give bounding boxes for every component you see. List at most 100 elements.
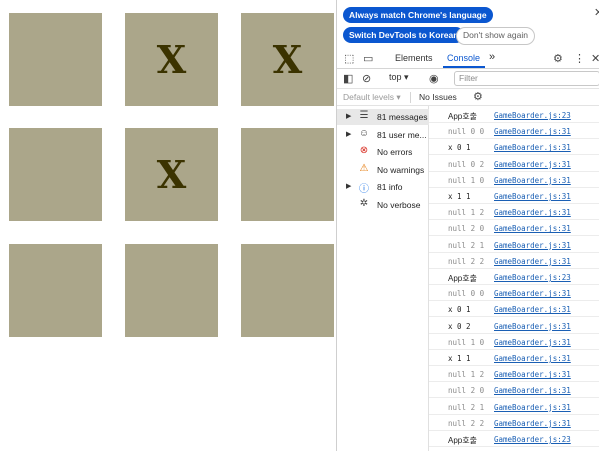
log-source-link[interactable]: GameBoarder.js:31 — [494, 322, 571, 331]
log-source-link[interactable]: GameBoarder.js:31 — [494, 224, 571, 233]
log-source-link[interactable]: GameBoarder.js:31 — [494, 241, 571, 250]
log-message: null 2 2 — [448, 418, 485, 428]
log-source-link[interactable]: GameBoarder.js:31 — [494, 127, 571, 136]
log-message: null 1 0 — [448, 175, 485, 185]
close-icon[interactable]: ✕ — [594, 6, 599, 19]
log-source-link[interactable]: GameBoarder.js:23 — [494, 111, 571, 120]
log-row: null 2 0 GameBoarder.js:31 — [429, 382, 599, 399]
log-source-link[interactable]: GameBoarder.js:31 — [494, 192, 571, 201]
sidebar-item-label: No warnings — [377, 164, 425, 175]
error-icon: ⊗ — [359, 145, 369, 156]
sidebar-item-list[interactable]: ▶ ☰ 81 messages — [337, 109, 429, 125]
devtools-panel: Always match Chrome's language ✕ Switch … — [336, 0, 599, 451]
log-row: x 0 1 GameBoarder.js:31 — [429, 139, 599, 156]
tab-console[interactable]: Console — [447, 53, 480, 63]
sidebar-item-label: 81 messages — [377, 112, 428, 122]
log-row: x 0 2 GameBoarder.js:31 — [429, 318, 599, 334]
filter-input[interactable]: Filter — [454, 71, 599, 86]
log-row: null 0 2 GameBoarder.js:31 — [429, 156, 599, 172]
log-message: x 0 1 — [448, 143, 471, 153]
close-devtools-icon[interactable]: ✕ — [591, 52, 599, 65]
expand-arrow-icon[interactable]: ▶ — [346, 112, 351, 120]
sidebar-toggle-icon[interactable]: ◧ — [343, 72, 353, 85]
tab-elements[interactable]: Elements — [395, 53, 433, 63]
settings-gear-icon[interactable]: ⚙ — [553, 52, 563, 65]
match-language-button[interactable]: Always match Chrome's language — [343, 7, 493, 23]
device-toolbar-icon[interactable]: ▭ — [363, 52, 373, 65]
context-selector[interactable]: top ▾ — [389, 72, 409, 83]
more-tabs-icon[interactable]: » — [489, 51, 495, 63]
log-row: x 1 1 GameBoarder.js:31 — [429, 188, 599, 204]
log-source-link[interactable]: GameBoarder.js:23 — [494, 435, 571, 444]
log-message: x 1 1 — [448, 192, 471, 201]
clear-console-icon[interactable]: ⊘ — [362, 72, 371, 85]
log-row: x 0 1 GameBoarder.js:31 — [429, 301, 599, 318]
log-row: x 1 1 GameBoarder.js:31 — [429, 350, 599, 366]
board-cell-8[interactable] — [241, 244, 334, 337]
log-source-link[interactable]: GameBoarder.js:31 — [494, 289, 571, 298]
sidebar-item-error[interactable]: ⊗ No errors — [337, 144, 429, 160]
log-source-link[interactable]: GameBoarder.js:31 — [494, 354, 571, 363]
expand-arrow-icon[interactable]: ▶ — [346, 182, 351, 190]
log-source-link[interactable]: GameBoarder.js:31 — [494, 208, 571, 217]
bug-icon: ✲ — [359, 197, 369, 209]
info-icon: ⓘ — [359, 184, 369, 195]
user-icon: ☺ — [358, 127, 370, 139]
sidebar-item-bug[interactable]: ✲ No verbose — [337, 197, 429, 213]
log-source-link[interactable]: GameBoarder.js:31 — [494, 305, 571, 314]
toolbar-divider — [410, 92, 411, 103]
board-cell-6[interactable] — [9, 244, 102, 337]
issues-counter[interactable]: No Issues — [419, 92, 457, 102]
board-cell-3[interactable] — [9, 128, 102, 221]
log-row: null 2 1 GameBoarder.js:31 — [429, 399, 599, 415]
sidebar-item-info[interactable]: ▶ ⓘ 81 info — [337, 179, 429, 195]
board-cell-1[interactable]: X — [125, 13, 218, 106]
expand-arrow-icon[interactable]: ▶ — [346, 130, 351, 138]
game-board: X X X — [0, 0, 336, 451]
log-message: App호출 — [448, 274, 477, 283]
log-row: null 2 2 GameBoarder.js:31 — [429, 415, 599, 431]
log-source-link[interactable]: GameBoarder.js:31 — [494, 143, 571, 152]
log-source-link[interactable]: GameBoarder.js:31 — [494, 370, 571, 379]
log-source-link[interactable]: GameBoarder.js:31 — [494, 160, 571, 169]
board-cell-0[interactable] — [9, 13, 102, 106]
console-settings-icon[interactable]: ⚙ — [473, 90, 483, 103]
log-message: App호출 — [448, 436, 477, 445]
active-tab-indicator — [443, 66, 485, 68]
board-cell-7[interactable] — [125, 244, 218, 337]
log-source-link[interactable]: GameBoarder.js:31 — [494, 176, 571, 185]
board-cell-5[interactable] — [241, 128, 334, 221]
log-row: null 1 0 GameBoarder.js:31 — [429, 334, 599, 350]
sidebar-item-label: 81 info — [377, 182, 403, 192]
log-row: App호출 GameBoarder.js:23 — [429, 269, 599, 285]
log-source-link[interactable]: GameBoarder.js:31 — [494, 386, 571, 395]
sidebar-item-label: No errors — [377, 147, 413, 157]
log-source-link[interactable]: GameBoarder.js:31 — [494, 419, 571, 428]
sidebar-item-user[interactable]: ▶ ☺ 81 user me... — [337, 127, 429, 143]
console-sidebar: ▶ ☰ 81 messages ▶ ☺ 81 user me... ⊗ No errors ⚠ N… — [337, 106, 429, 451]
log-message: null 2 0 — [448, 386, 485, 396]
log-message: null 1 0 — [448, 337, 485, 347]
warning-icon: ⚠ — [359, 162, 369, 174]
log-row: null 2 0 GameBoarder.js:31 — [429, 220, 599, 237]
log-message: x 0 1 — [448, 305, 471, 315]
board-cell-2[interactable]: X — [241, 13, 334, 106]
log-row: null 2 1 GameBoarder.js:31 — [429, 237, 599, 253]
console-toolbar: ◧ ⊘ top ▾ ◉ Filter — [337, 70, 599, 89]
log-source-link[interactable]: GameBoarder.js:31 — [494, 257, 571, 266]
dont-show-again-button[interactable]: Don't show again — [456, 27, 535, 45]
log-source-link[interactable]: GameBoarder.js:23 — [494, 273, 571, 282]
live-expression-eye-icon[interactable]: ◉ — [429, 72, 439, 85]
log-levels-dropdown[interactable]: Default levels ▾ — [343, 92, 401, 103]
sidebar-item-warning[interactable]: ⚠ No warnings — [337, 162, 429, 178]
log-message: x 1 1 — [448, 354, 471, 363]
inspect-element-icon[interactable]: ⬚ — [344, 52, 354, 65]
board-cell-4[interactable]: X — [125, 128, 218, 221]
log-source-link[interactable]: GameBoarder.js:31 — [494, 338, 571, 347]
log-message: null 1 2 — [448, 370, 485, 380]
switch-korean-button[interactable]: Switch DevTools to Korean — [343, 27, 465, 43]
log-source-link[interactable]: GameBoarder.js:31 — [494, 403, 571, 412]
kebab-menu-icon[interactable]: ⋮ — [574, 52, 585, 65]
sidebar-item-label: No verbose — [377, 199, 421, 210]
log-message: null 1 2 — [448, 208, 485, 218]
